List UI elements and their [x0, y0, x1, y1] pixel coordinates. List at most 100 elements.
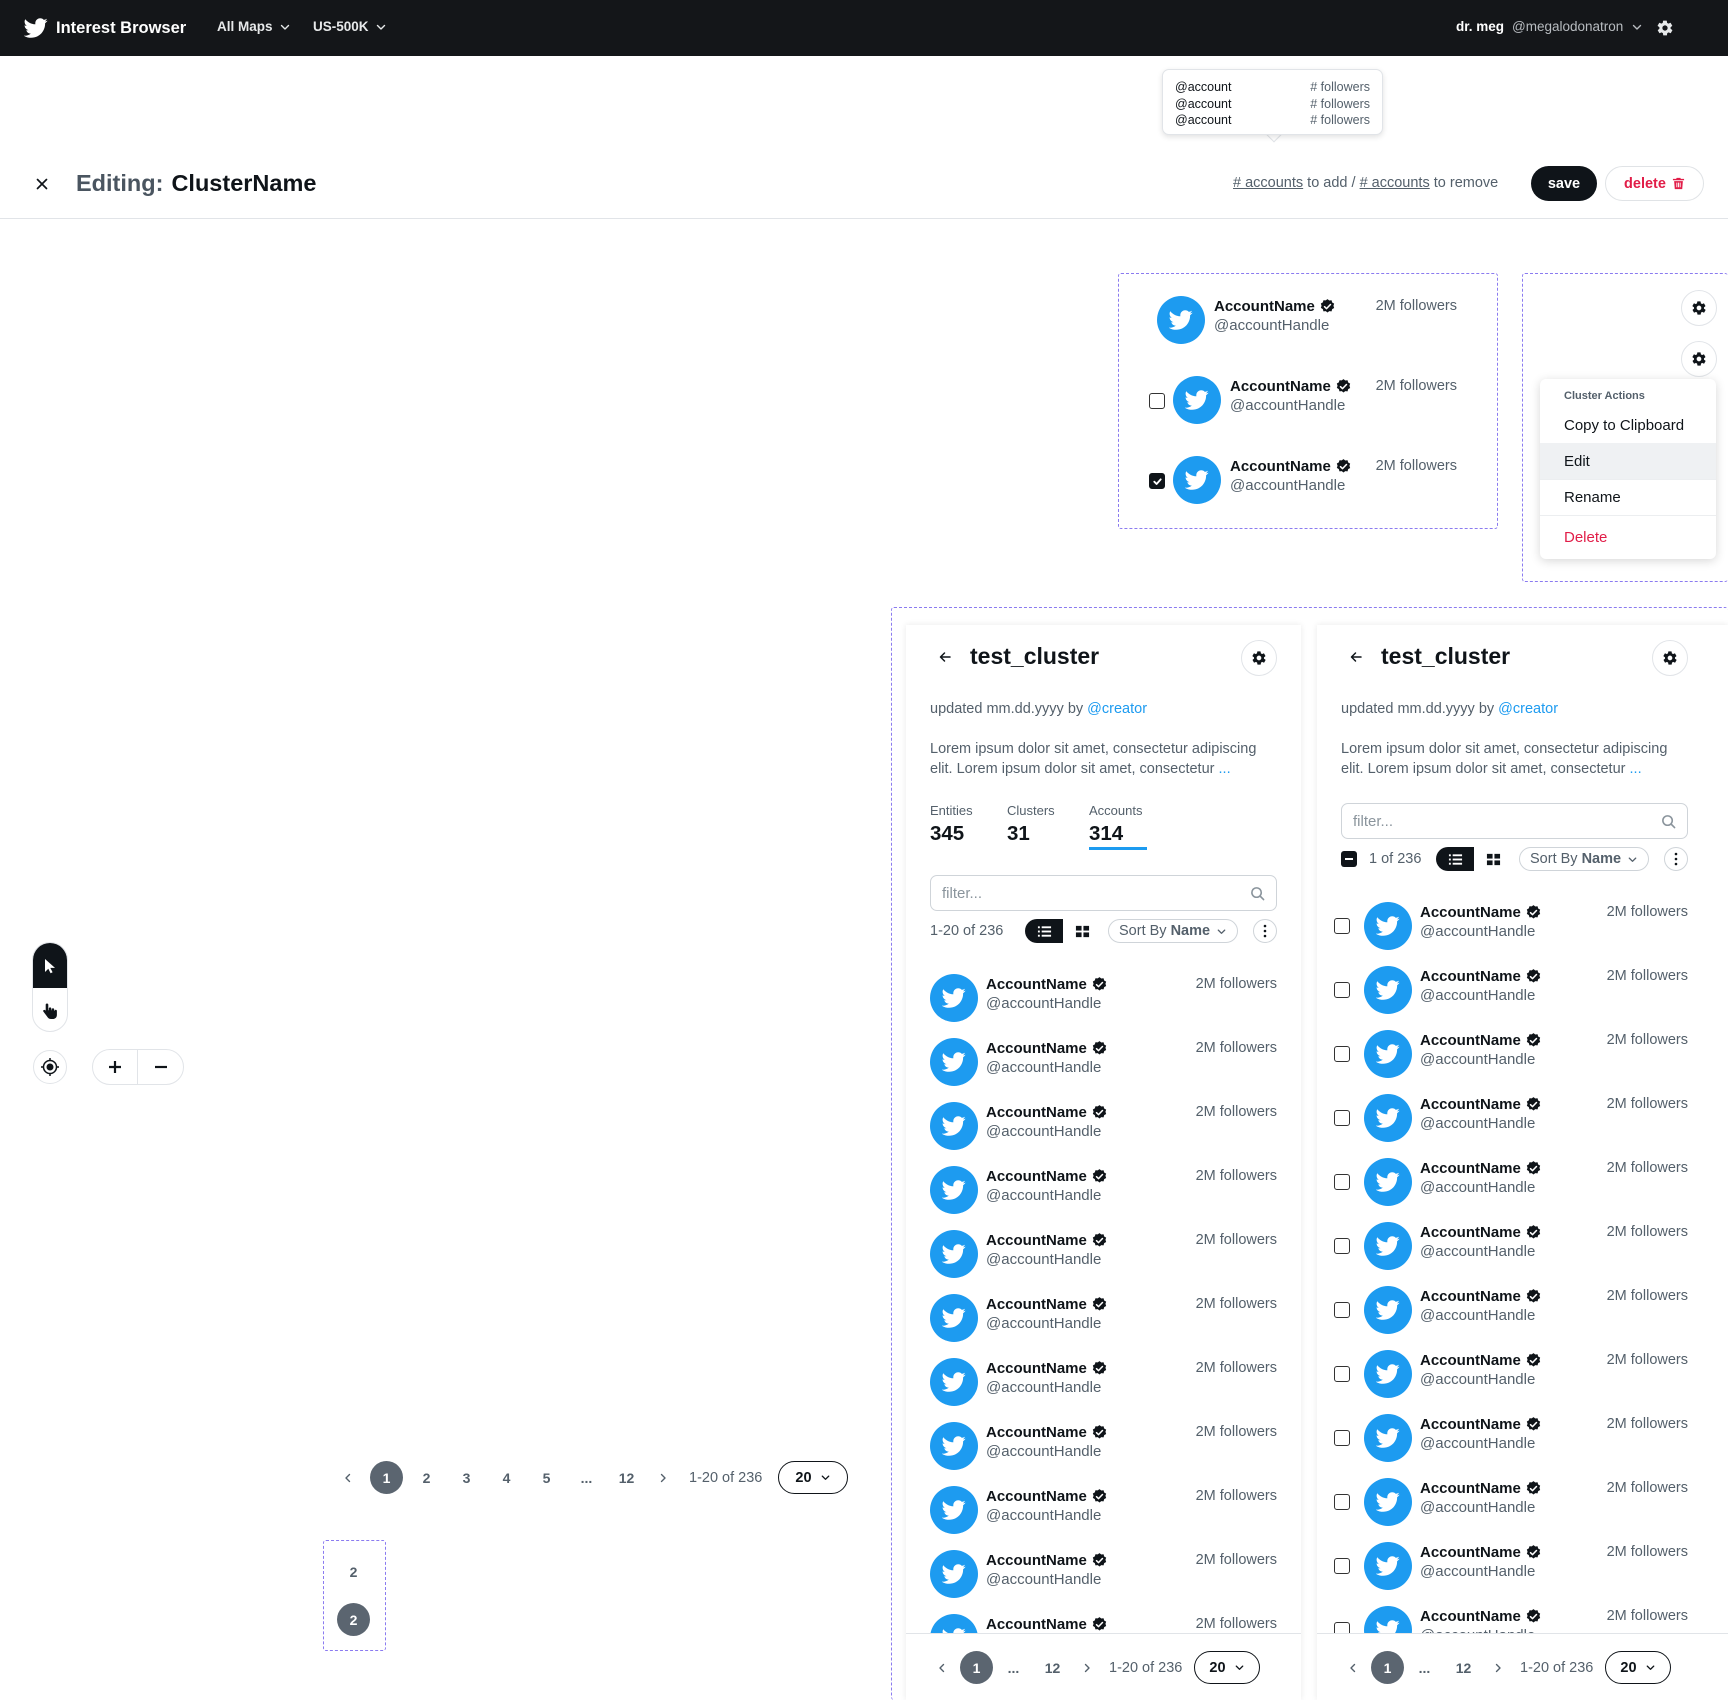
- app-brand[interactable]: Interest Browser: [24, 16, 186, 40]
- menu-item-edit[interactable]: Edit: [1540, 443, 1716, 479]
- account-row[interactable]: AccountName @accountHandle 2M followers: [1334, 966, 1688, 1014]
- account-row[interactable]: AccountName @accountHandle 2M followers: [1334, 1478, 1688, 1526]
- cluster-settings-button[interactable]: [1681, 341, 1717, 377]
- cluster-settings-button[interactable]: [1241, 640, 1277, 676]
- page-button-current[interactable]: 1: [370, 1461, 403, 1494]
- filter-input[interactable]: filter...: [930, 875, 1277, 911]
- account-row[interactable]: AccountName @accountHandle 2M followers: [1173, 456, 1457, 504]
- list-view-button[interactable]: [1025, 919, 1063, 943]
- save-button[interactable]: save: [1531, 166, 1597, 201]
- page-button[interactable]: 12: [610, 1461, 643, 1494]
- page-button[interactable]: 3: [450, 1461, 483, 1494]
- close-button[interactable]: [35, 177, 49, 191]
- back-button[interactable]: [1349, 650, 1363, 664]
- creator-link[interactable]: @creator: [1498, 701, 1558, 717]
- page-button-last[interactable]: 12: [1036, 1651, 1069, 1684]
- account-row[interactable]: AccountName @accountHandle 2M followers: [930, 1038, 1277, 1086]
- next-page-button[interactable]: [1486, 1662, 1510, 1674]
- account-row[interactable]: AccountName @accountHandle 2M followers: [930, 1358, 1277, 1406]
- page-size-dropdown[interactable]: 20: [1194, 1651, 1260, 1684]
- page-button[interactable]: 4: [490, 1461, 523, 1494]
- account-row[interactable]: AccountName @accountHandle 2M followers: [1334, 1222, 1688, 1270]
- sort-dropdown[interactable]: Sort By Name: [1108, 919, 1239, 943]
- menu-item-rename[interactable]: Rename: [1540, 479, 1716, 515]
- accounts-to-remove-link[interactable]: # accounts: [1360, 175, 1430, 191]
- account-checkbox[interactable]: [1334, 1046, 1350, 1062]
- read-more-link[interactable]: ...: [1630, 761, 1642, 777]
- cluster-settings-button[interactable]: [1652, 640, 1688, 676]
- account-row[interactable]: AccountName @accountHandle 2M followers: [1157, 296, 1457, 344]
- account-checkbox[interactable]: [1334, 1366, 1350, 1382]
- page-size-dropdown[interactable]: 20: [778, 1461, 848, 1494]
- account-checkbox[interactable]: [1334, 918, 1350, 934]
- select-tool-button[interactable]: [33, 943, 67, 988]
- account-row[interactable]: AccountName @accountHandle 2M followers: [1173, 376, 1457, 424]
- stat-entities[interactable]: Entities 345: [930, 803, 973, 846]
- account-checkbox[interactable]: [1334, 1430, 1350, 1446]
- next-page-button[interactable]: [1075, 1662, 1099, 1674]
- back-button[interactable]: [938, 650, 952, 664]
- page-button-last[interactable]: 12: [1447, 1651, 1480, 1684]
- page-button[interactable]: 2: [410, 1461, 443, 1494]
- accounts-to-add-link[interactable]: # accounts: [1233, 175, 1303, 191]
- stat-accounts[interactable]: Accounts 314: [1089, 803, 1142, 846]
- page-button-current[interactable]: 1: [1371, 1651, 1404, 1684]
- zoom-out-button[interactable]: [138, 1050, 183, 1084]
- cluster-settings-button[interactable]: [1681, 290, 1717, 326]
- account-row[interactable]: AccountName @accountHandle 2M followers: [930, 1230, 1277, 1278]
- grid-view-button[interactable]: [1474, 847, 1512, 871]
- account-checkbox-checked[interactable]: [1149, 473, 1165, 489]
- list-view-button[interactable]: [1436, 847, 1474, 871]
- grid-view-button[interactable]: [1063, 919, 1101, 943]
- delete-button[interactable]: delete: [1605, 166, 1704, 201]
- prev-page-button[interactable]: [930, 1662, 954, 1674]
- sort-dropdown[interactable]: Sort By Name: [1519, 847, 1650, 871]
- zoom-in-button[interactable]: [93, 1050, 139, 1084]
- page-button-current[interactable]: 2: [337, 1603, 370, 1636]
- account-row[interactable]: AccountName @accountHandle 2M followers: [1334, 1286, 1688, 1334]
- menu-item-delete[interactable]: Delete: [1540, 519, 1716, 555]
- filter-input[interactable]: filter...: [1341, 803, 1688, 839]
- account-row[interactable]: AccountName @accountHandle 2M followers: [1334, 1030, 1688, 1078]
- dataset-dropdown[interactable]: US-500K: [313, 19, 387, 34]
- menu-item-copy[interactable]: Copy to Clipboard: [1540, 407, 1716, 443]
- account-row[interactable]: AccountName @accountHandle 2M followers: [930, 1550, 1277, 1598]
- account-row[interactable]: AccountName @accountHandle 2M followers: [1334, 1158, 1688, 1206]
- page-size-dropdown[interactable]: 20: [1605, 1651, 1671, 1684]
- account-row[interactable]: AccountName @accountHandle 2M followers: [930, 1166, 1277, 1214]
- account-checkbox[interactable]: [1334, 1174, 1350, 1190]
- account-checkbox[interactable]: [1334, 1238, 1350, 1254]
- prev-page-button[interactable]: [336, 1472, 360, 1484]
- page-button-current[interactable]: 1: [960, 1651, 993, 1684]
- account-row[interactable]: AccountName @accountHandle 2M followers: [1334, 1350, 1688, 1398]
- account-row[interactable]: AccountName @accountHandle 2M followers: [930, 1294, 1277, 1342]
- page-button[interactable]: 2: [337, 1555, 370, 1588]
- account-checkbox[interactable]: [1334, 1110, 1350, 1126]
- stat-clusters[interactable]: Clusters 31: [1007, 803, 1055, 846]
- account-row[interactable]: AccountName @accountHandle 2M followers: [1334, 1542, 1688, 1590]
- account-checkbox[interactable]: [1334, 1494, 1350, 1510]
- next-page-button[interactable]: [651, 1472, 675, 1484]
- account-row[interactable]: AccountName @accountHandle 2M followers: [1334, 902, 1688, 950]
- creator-link[interactable]: @creator: [1087, 701, 1147, 717]
- read-more-link[interactable]: ...: [1219, 761, 1231, 777]
- account-row[interactable]: AccountName @accountHandle 2M followers: [1334, 1094, 1688, 1142]
- recenter-button[interactable]: [33, 1050, 67, 1084]
- more-options-button[interactable]: [1253, 919, 1277, 943]
- account-row[interactable]: AccountName @accountHandle 2M followers: [930, 974, 1277, 1022]
- account-row[interactable]: AccountName @accountHandle 2M followers: [930, 1486, 1277, 1534]
- account-row[interactable]: AccountName @accountHandle 2M followers: [1334, 1414, 1688, 1462]
- select-all-checkbox-indeterminate[interactable]: [1341, 851, 1357, 867]
- user-menu[interactable]: dr. meg @megalodonatron: [1456, 19, 1643, 34]
- account-checkbox[interactable]: [1334, 1558, 1350, 1574]
- prev-page-button[interactable]: [1341, 1662, 1365, 1674]
- maps-dropdown[interactable]: All Maps: [217, 19, 291, 34]
- page-button[interactable]: 5: [530, 1461, 563, 1494]
- account-row[interactable]: AccountName @accountHandle 2M followers: [930, 1422, 1277, 1470]
- account-checkbox[interactable]: [1334, 982, 1350, 998]
- more-options-button[interactable]: [1664, 847, 1688, 871]
- account-row[interactable]: AccountName @accountHandle 2M followers: [930, 1102, 1277, 1150]
- settings-button[interactable]: [1656, 19, 1674, 37]
- pan-tool-button[interactable]: [33, 988, 67, 1031]
- account-checkbox[interactable]: [1149, 393, 1165, 409]
